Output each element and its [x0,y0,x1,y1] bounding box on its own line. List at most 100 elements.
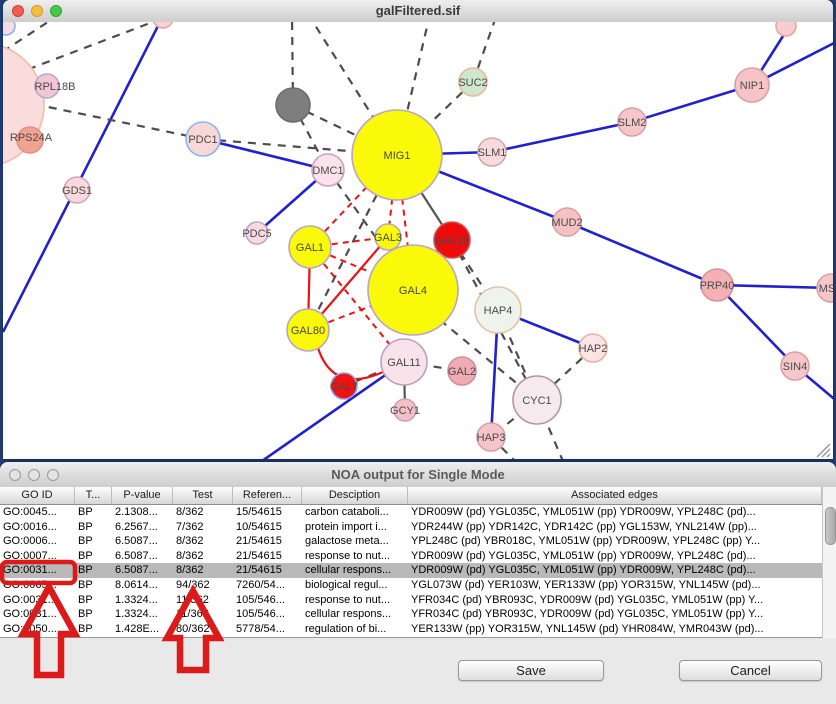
table-row[interactable]: GO:0016...BP6.2567...7/36210/54615protei… [0,520,822,535]
minimize-button[interactable] [28,469,40,481]
network-node-label: HAP2 [579,343,608,355]
table-cell: 7260/54... [233,578,302,593]
resize-grip[interactable] [811,444,831,458]
table-cell: 8/362 [173,563,233,578]
table-row[interactable]: GO:0045...BP2.1308...8/36215/54615carbon… [0,505,822,520]
table-row[interactable]: GO:0031...BP1.3324...11/362105/546...cel… [0,607,822,622]
table-cell: YPL248C (pd) YBR018C, YML051W (pp) YDR00… [408,534,822,549]
table-row[interactable]: GO:0031...BP1.3324...11/362105/546...res… [0,593,822,608]
network-node-label: GAL4 [399,285,427,297]
table-cell: 11/362 [173,607,233,622]
table-cell: 6.5087... [112,563,173,578]
table-cell: BP [75,549,112,564]
network-node-label: DMC1 [312,165,343,177]
table-cell: biological regul... [302,578,408,593]
network-node-label: GAL7 [330,381,358,393]
network-node-label: CYC1 [522,395,551,407]
column-header[interactable]: P-value [112,487,173,504]
table-cell: cellular respons... [302,563,408,578]
network-node-label: RPL18B [35,81,76,93]
column-header[interactable]: Referen... [233,487,302,504]
network-edge[interactable] [717,285,795,366]
table-cell: YDR009W (pd) YGL035C, YML051W (pp) YDR00… [408,549,822,564]
zoom-button[interactable] [50,5,62,17]
table-cell: 105/546... [233,607,302,622]
table-cell: YGL073W (pd) YER103W, YER133W (pp) YOR31… [408,578,822,593]
column-header[interactable]: GO ID [0,487,75,504]
network-node-label: SUC2 [458,77,487,89]
network-node-label: MIG1 [384,150,411,162]
table-cell: 2.1308... [112,505,173,520]
network-edge[interactable] [632,85,752,122]
table-cell: 21/54615 [233,549,302,564]
network-node-gray-node[interactable] [276,88,310,122]
network-canvas[interactable]: RPL18BRPS24AGDS1PDC1DMC1MIG1SUC2SLM1SLM2… [3,22,833,459]
scrollbar-thumb[interactable] [825,507,836,545]
table-cell: BP [75,607,112,622]
network-edge[interactable] [492,122,632,152]
table-cell: protein import i... [302,520,408,535]
network-node-corner-node[interactable] [3,22,15,35]
network-node-label: NIP1 [740,80,764,92]
column-header[interactable]: Associated edges [408,487,822,504]
table-bottom-border [0,637,822,638]
column-header[interactable]: Test [173,487,233,504]
noa-window-titlebar[interactable]: NOA output for Single Mode [0,462,836,488]
network-node-top-node-b[interactable] [776,22,796,36]
network-edge[interactable] [252,362,404,459]
close-button[interactable] [9,469,21,481]
network-edge[interactable] [567,222,717,285]
table-cell: carbon cataboli... [302,505,408,520]
table-cell: BP [75,563,112,578]
network-node-label: GAL80 [291,325,325,337]
noa-output-window: NOA output for Single Mode GO IDT...P-va… [0,462,836,704]
table-cell: GO:0031... [0,563,75,578]
network-node-label: GDS1 [62,185,92,197]
table-cell: BP [75,505,112,520]
minimize-button[interactable] [31,5,43,17]
close-button[interactable] [12,5,24,17]
table-cell: 8.0614... [112,578,173,593]
network-node-label: MSN [819,283,833,295]
network-node-label: GCY1 [390,405,420,417]
table-row[interactable]: GO:0050...BP1.428E...80/3625778/54...reg… [0,622,822,637]
table-cell: 6.2567... [112,520,173,535]
table-header-row: GO IDT...P-valueTestReferen...Desciption… [0,487,822,505]
table-cell: GO:0065... [0,578,75,593]
save-button[interactable]: Save [458,660,604,681]
table-cell: 94/362 [173,578,233,593]
table-cell: 10/54615 [233,520,302,535]
network-node-label: HAP3 [477,432,506,444]
network-window-titlebar[interactable]: galFiltered.sif [3,0,833,23]
network-node-label: GAL3 [374,232,402,244]
table-cell: 11/362 [173,593,233,608]
network-node-label: GAL1 [296,242,324,254]
table-cell: 8/362 [173,505,233,520]
column-header[interactable]: Desciption [302,487,408,504]
table-row[interactable]: GO:0007...BP6.5087...8/36221/54615respon… [0,549,822,564]
table-cell: BP [75,622,112,637]
table-cell: 15/54615 [233,505,302,520]
table-cell: galactose meta... [302,534,408,549]
network-node-label: GAL10 [435,235,469,247]
table-row[interactable]: GO:0031...BP6.5087...8/36221/54615cellul… [0,563,822,578]
network-node-label: PDC5 [242,228,271,240]
network-node-label: RPS24A [10,132,53,144]
vertical-scrollbar[interactable] [822,487,836,638]
table-cell: 8/362 [173,549,233,564]
column-header[interactable]: T... [75,487,112,504]
table-cell: GO:0031... [0,607,75,622]
table-cell: cellular respons... [302,607,408,622]
noa-window-title: NOA output for Single Mode [0,462,836,487]
table-row[interactable]: GO:0006...BP6.5087...8/36221/54615galact… [0,534,822,549]
table-cell: GO:0016... [0,520,75,535]
table-row[interactable]: GO:0065...BP8.0614...94/3627260/54...bio… [0,578,822,593]
table-cell: BP [75,578,112,593]
table-cell: 105/546... [233,593,302,608]
table-cell: YFR034C (pd) YBR093C, YDR009W (pd) YGL03… [408,593,822,608]
table-cell: GO:0006... [0,534,75,549]
cancel-button[interactable]: Cancel [679,660,822,681]
table-cell: 8/362 [173,534,233,549]
network-node-label: PDC1 [188,134,217,146]
zoom-button[interactable] [47,469,59,481]
